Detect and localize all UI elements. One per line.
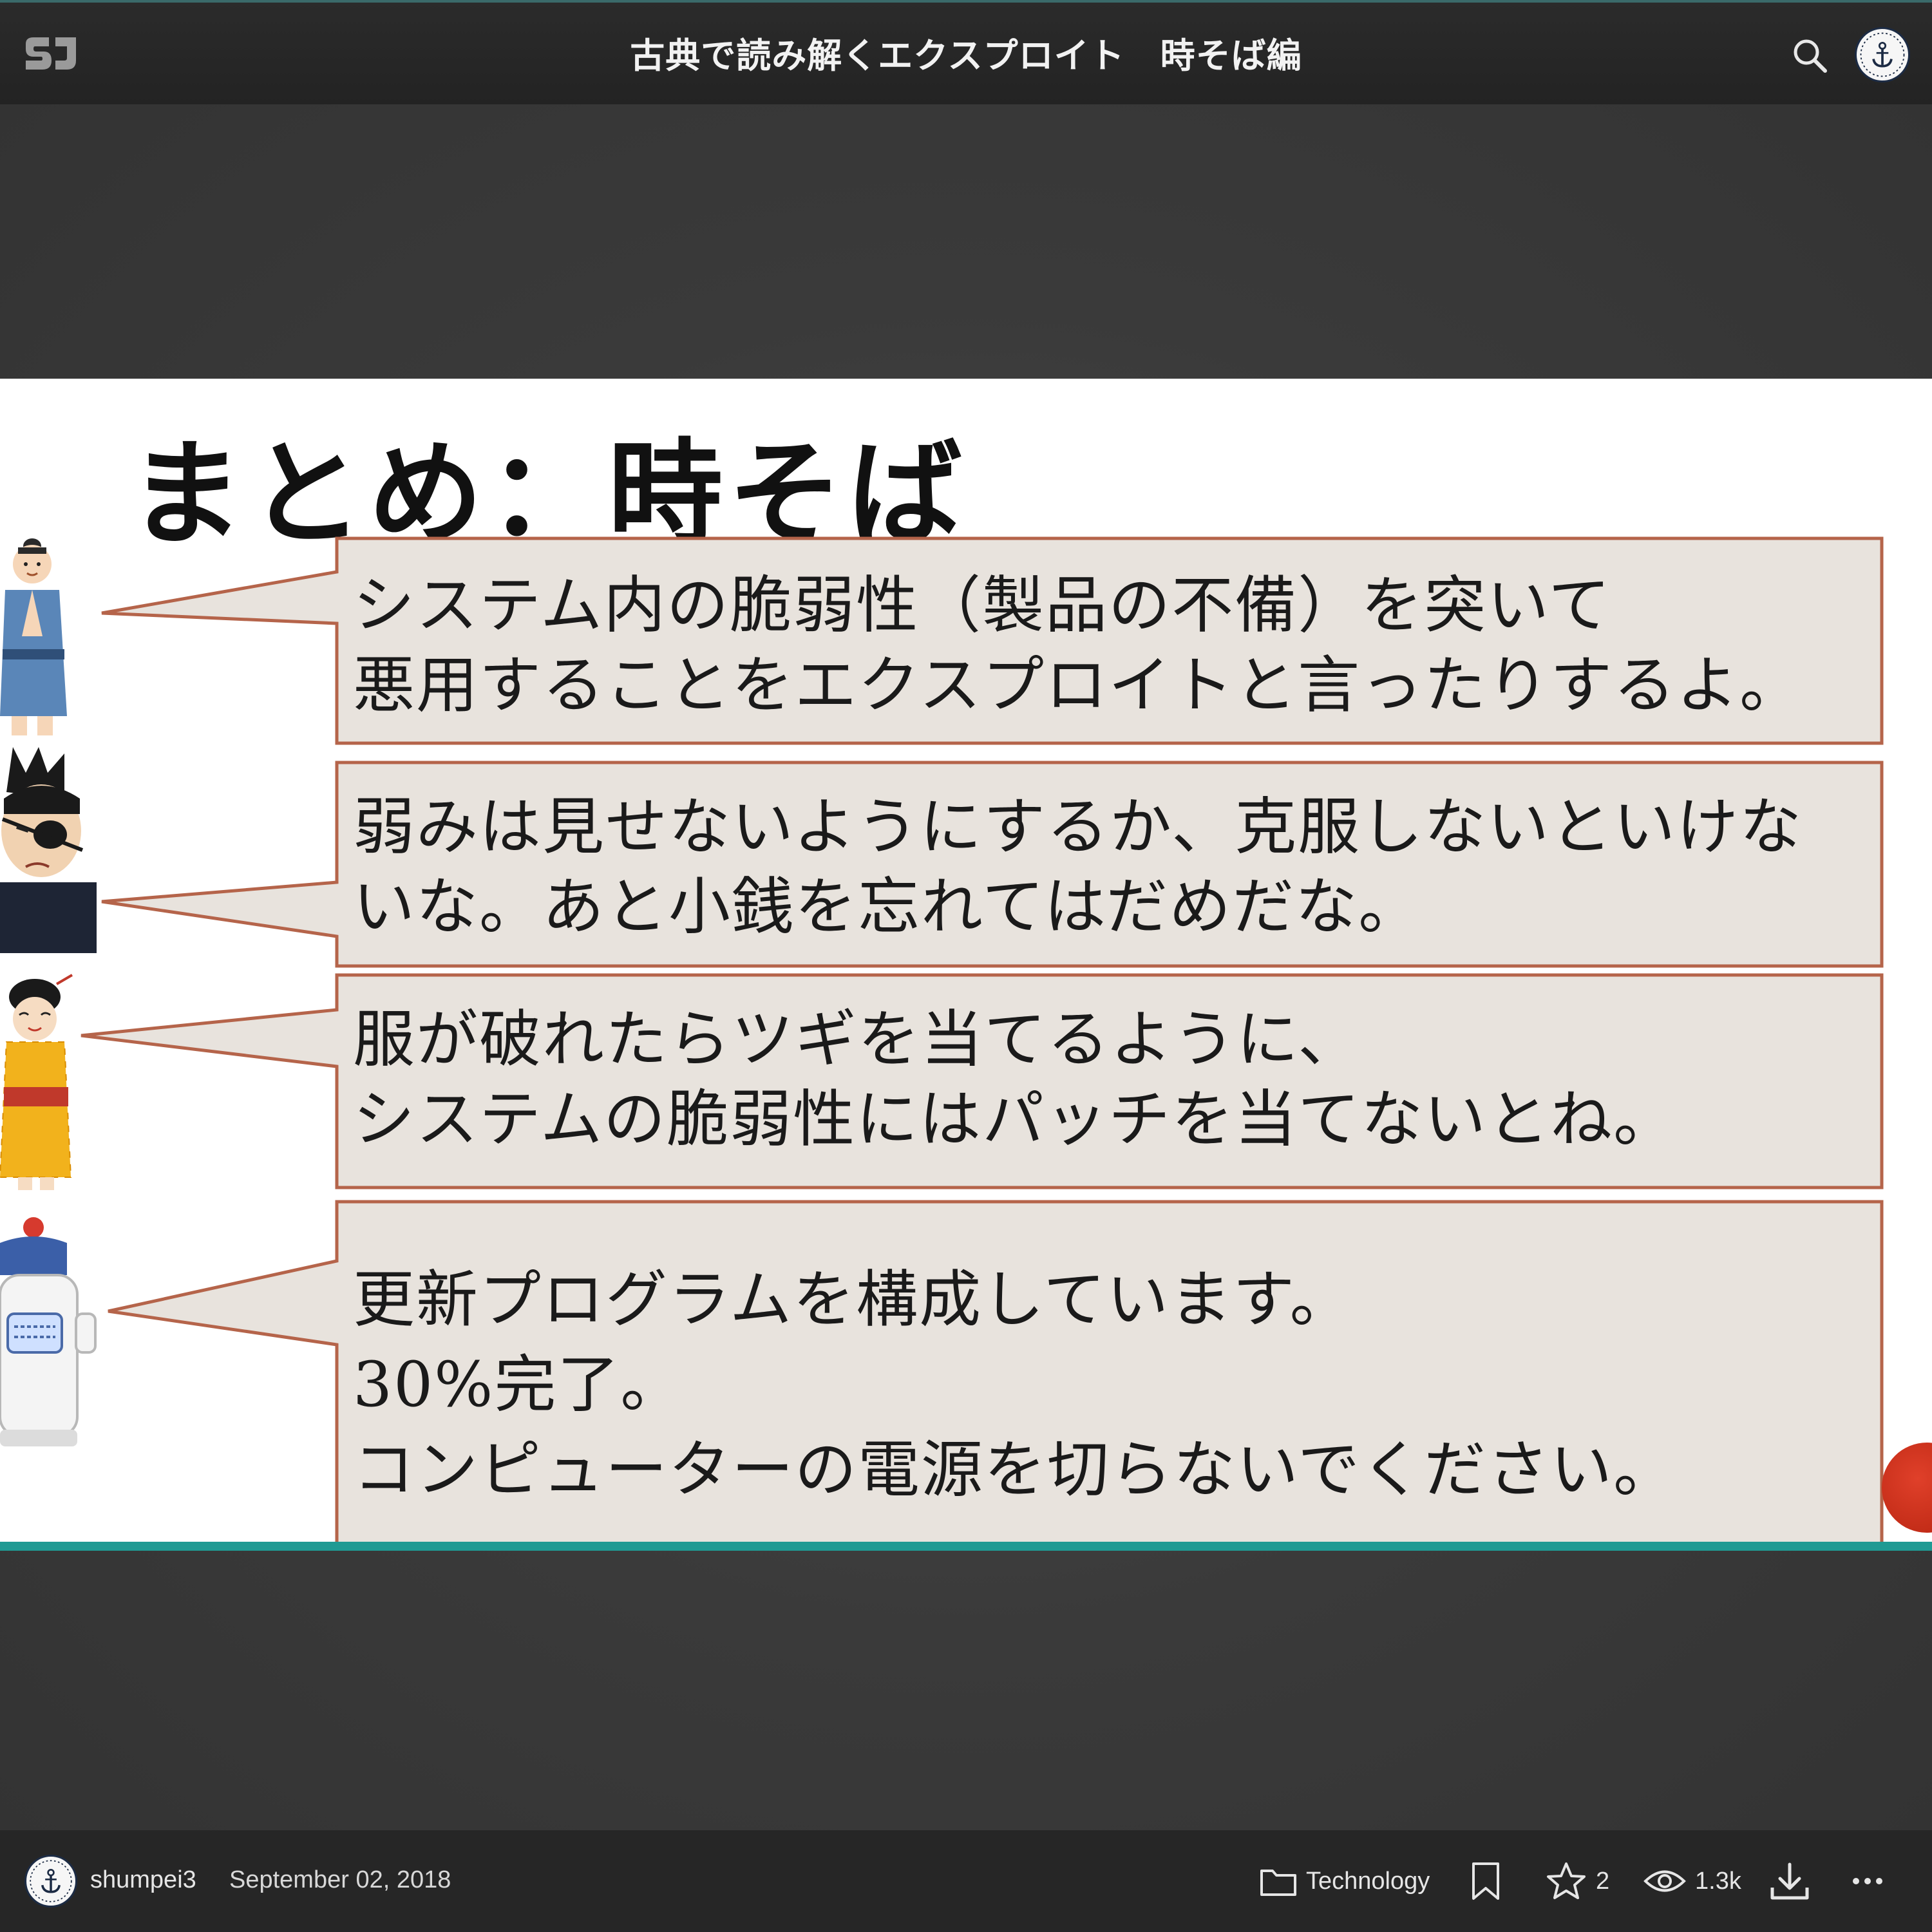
- speech-text-1: システム内の脆弱性（製品の不備）を突いて 悪用することをエクスプロイトと言ったり…: [353, 565, 1803, 725]
- speech-line: 悪用することをエクスプロイトと言ったりするよ。: [353, 649, 1803, 721]
- category-label: Technology: [1306, 1867, 1430, 1895]
- speech-line: 更新プログラムを構成しています。: [353, 1264, 1353, 1336]
- bottom-bar: shumpei3 September 02, 2018 Technology 2…: [0, 1830, 1932, 1932]
- more-icon: [1853, 1878, 1882, 1884]
- bookmark-icon: [1472, 1862, 1499, 1900]
- slide: まとめ：時そば システム内の脆弱性（製品の不備）を突いて 悪用することをエクスプ…: [0, 379, 1932, 1551]
- speech-line: コンピューターの電源を切らないでください。: [353, 1434, 1677, 1506]
- speech-line: 30%完了。: [353, 1349, 684, 1421]
- user-avatar[interactable]: [1855, 27, 1910, 82]
- speech-text-4: 更新プログラムを構成しています。 30%完了。 コンピューターの電源を切らないで…: [353, 1257, 1676, 1512]
- folder-icon: [1260, 1870, 1296, 1896]
- star-button[interactable]: 2: [1546, 1859, 1609, 1904]
- download-button[interactable]: [1770, 1859, 1810, 1904]
- speech-line: システム内の脆弱性（製品の不備）を突いて: [353, 569, 1612, 641]
- speech-line: 服が破れたらツギを当てるように、: [353, 1003, 1361, 1075]
- eyepatch-samurai-icon: [0, 747, 97, 953]
- anchor-icon: [30, 1860, 72, 1902]
- author-name[interactable]: shumpei3: [90, 1866, 196, 1894]
- speech-line: 弱みは見せないようにするか、克服しないといけな: [353, 791, 1803, 863]
- top-bar: 古典で読み解くエクスプロイト 時そば編: [0, 0, 1932, 104]
- category-link[interactable]: Technology: [1260, 1859, 1430, 1904]
- edo-woman-character-icon: [0, 974, 73, 1190]
- more-options-button[interactable]: [1852, 1859, 1883, 1904]
- speech-line: システムの脆弱性にはパッチを当てないとね。: [353, 1083, 1677, 1155]
- author-avatar[interactable]: [24, 1855, 77, 1908]
- anchor-icon: [1860, 32, 1905, 77]
- star-count: 2: [1596, 1867, 1610, 1895]
- townsman-character-icon: [0, 538, 67, 735]
- views-label: 1.3k: [1695, 1867, 1741, 1895]
- search-icon[interactable]: [1790, 36, 1829, 75]
- robot-character-icon: [0, 1217, 97, 1446]
- publish-date: September 02, 2018: [229, 1866, 451, 1893]
- speech-line: いな。あと小銭を忘れてはだめだな。: [353, 871, 1422, 943]
- views-count: 1.3k: [1643, 1859, 1741, 1904]
- eye-icon: [1643, 1870, 1686, 1892]
- presentation-title: 古典で読み解くエクスプロイト 時そば編: [630, 35, 1302, 76]
- speech-text-2: 弱みは見せないようにするか、克服しないといけな いな。あと小銭を忘れてはだめだな…: [353, 787, 1803, 947]
- speech-text-3: 服が破れたらツギを当てるように、 システムの脆弱性にはパッチを当てないとね。: [353, 999, 1676, 1159]
- bookmark-button[interactable]: [1470, 1859, 1502, 1904]
- star-icon: [1547, 1862, 1586, 1899]
- slide-bottom-rule: [0, 1542, 1932, 1551]
- download-icon: [1770, 1862, 1809, 1900]
